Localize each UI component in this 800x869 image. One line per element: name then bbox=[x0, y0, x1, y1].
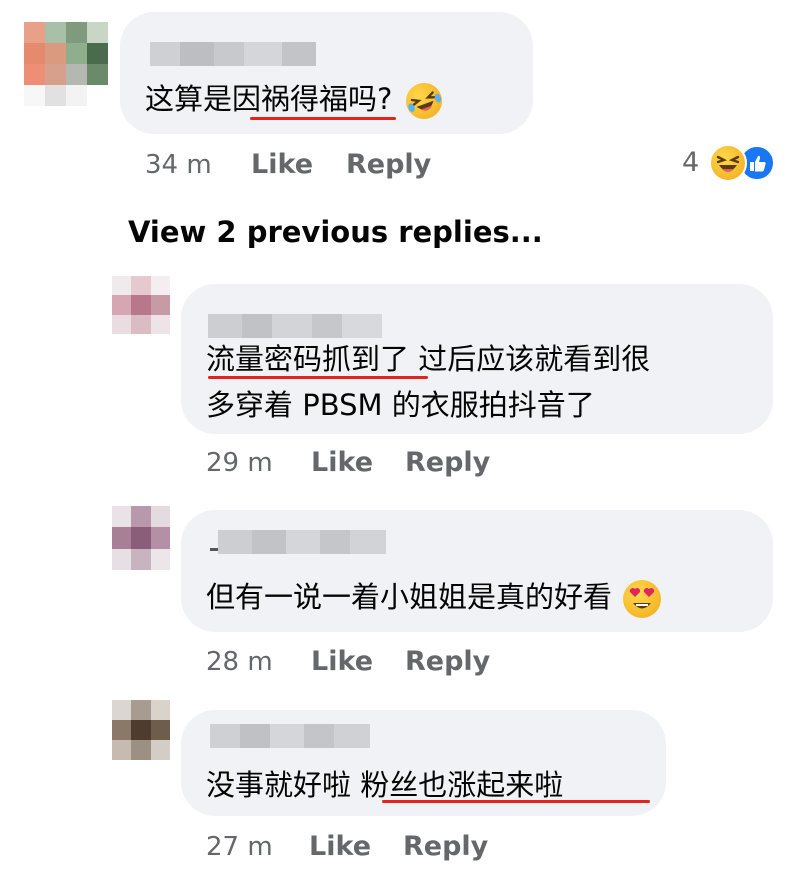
comment-timestamp[interactable]: 34 m bbox=[145, 150, 212, 180]
reply-name-redacted-3[interactable] bbox=[210, 724, 370, 748]
reply-button[interactable]: Reply bbox=[405, 448, 490, 478]
like-button[interactable]: Like bbox=[311, 448, 373, 478]
reply-timestamp-2[interactable]: 28 m bbox=[206, 647, 273, 677]
reply-button[interactable]: Reply bbox=[403, 832, 488, 862]
reaction-summary[interactable]: 4 bbox=[682, 144, 776, 182]
reply-timestamp-3[interactable]: 27 m bbox=[206, 832, 273, 862]
like-button[interactable]: Like bbox=[251, 150, 313, 180]
comment-text-underline bbox=[250, 117, 396, 120]
commenter-avatar[interactable] bbox=[24, 22, 108, 106]
view-previous-replies-link[interactable]: View 2 previous replies... bbox=[128, 214, 543, 250]
heart-eyes-emoji bbox=[623, 580, 662, 618]
reply-text-1-line2: 多穿着 PBSM 的衣服拍抖音了 bbox=[206, 388, 595, 422]
reply-button[interactable]: Reply bbox=[405, 647, 490, 677]
haha-reaction-icon bbox=[709, 144, 748, 182]
reply-button[interactable]: Reply bbox=[346, 150, 431, 180]
underlined-phrase: 因祸得福 bbox=[232, 82, 349, 116]
reply-avatar-1[interactable] bbox=[112, 276, 170, 334]
like-button[interactable]: Like bbox=[311, 647, 373, 677]
reply-name-redacted-2[interactable] bbox=[210, 530, 386, 554]
like-button[interactable]: Like bbox=[309, 832, 371, 862]
reply-text-underline-3 bbox=[382, 800, 650, 803]
reply-avatar-3[interactable] bbox=[112, 700, 170, 760]
reaction-count: 4 bbox=[682, 147, 700, 178]
underlined-phrase: 粉丝也涨起来啦 bbox=[360, 768, 564, 802]
reply-text-underline-1 bbox=[208, 376, 428, 379]
reply-name-redacted-1[interactable] bbox=[208, 314, 382, 338]
reply-timestamp-1[interactable]: 29 m bbox=[206, 448, 273, 478]
rolling-on-floor-laughing-emoji bbox=[400, 77, 447, 125]
reply-text-2: 但有一说一着小姐姐是真的好看 bbox=[206, 574, 662, 620]
underlined-phrase: 流量密码抓到 bbox=[206, 342, 381, 376]
comment-text: 这算是因祸得福吗? bbox=[145, 76, 447, 125]
commenter-name-redacted[interactable] bbox=[150, 42, 316, 66]
reply-avatar-2[interactable] bbox=[112, 506, 170, 570]
